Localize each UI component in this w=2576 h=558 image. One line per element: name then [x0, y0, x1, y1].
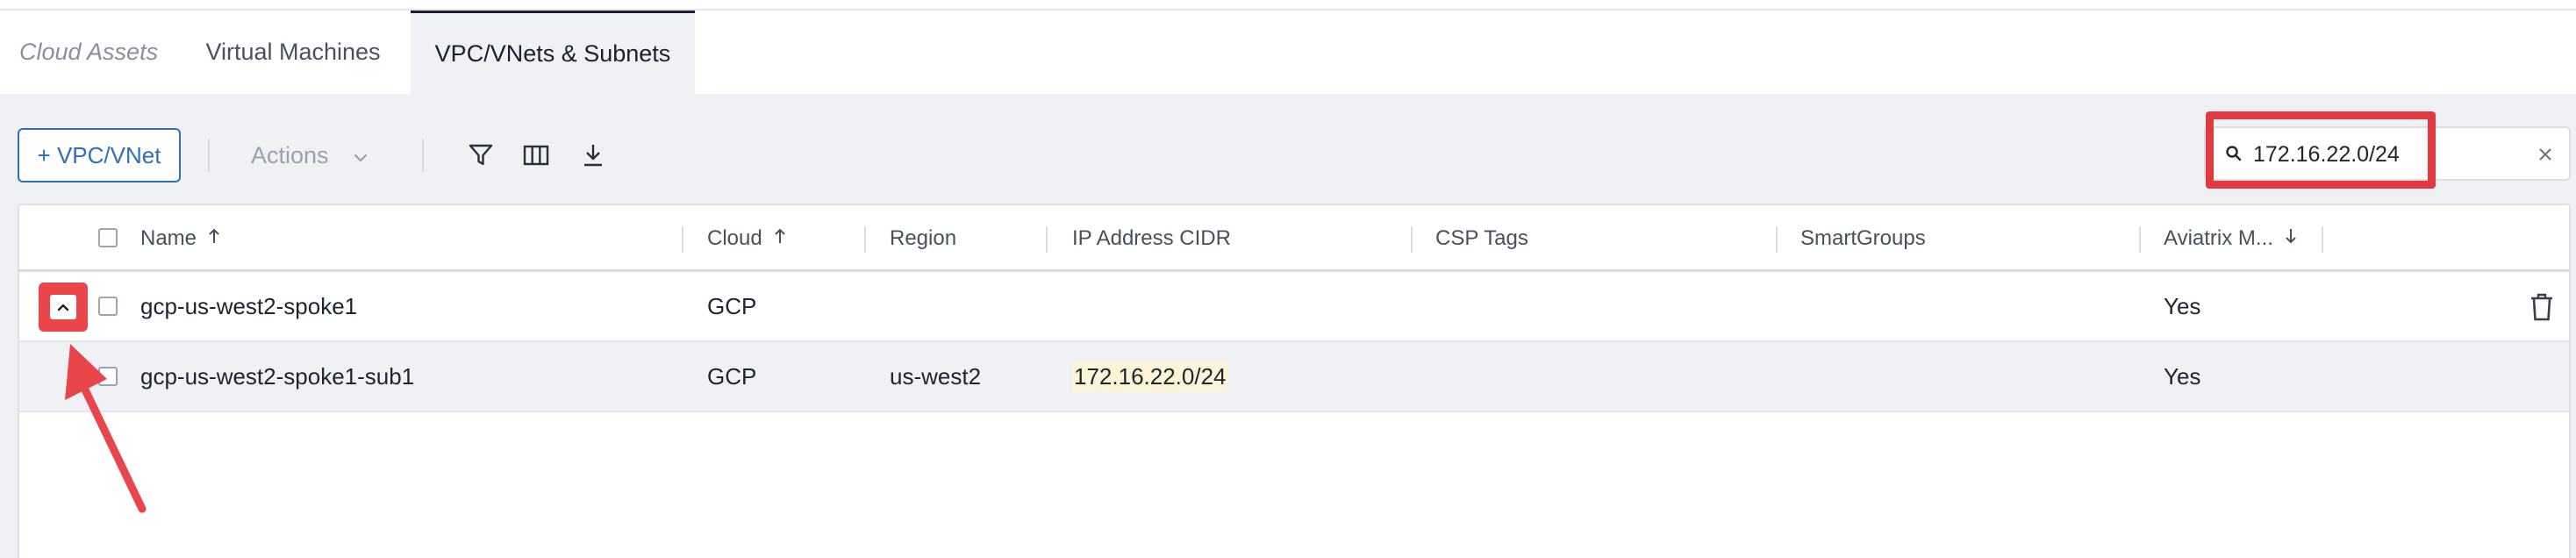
column-label: CSP Tags [1435, 226, 1528, 250]
chevron-down-icon [354, 142, 368, 169]
search-icon [2225, 145, 2243, 167]
column-header-region[interactable]: Region [890, 205, 956, 272]
table-row[interactable]: gcp-us-west2-spoke1-sub1 GCP us-west2 17… [19, 342, 2569, 412]
sort-ascending-icon [207, 226, 221, 251]
column-header-name[interactable]: Name [140, 205, 221, 272]
column-label: IP Address CIDR [1072, 226, 1231, 250]
tab-bar: Cloud Assets Virtual Machines VPC/VNets … [0, 11, 2576, 94]
column-header-smartgroups[interactable]: SmartGroups [1800, 205, 1926, 272]
vpc-table: Name Cloud Region IP Address CIDR CSP Ta… [18, 204, 2571, 558]
table-row[interactable]: gcp-us-west2-spoke1 GCP Yes [19, 272, 2569, 342]
column-label: Region [890, 226, 957, 250]
trash-icon[interactable] [2525, 290, 2558, 325]
cell-aviatrix-managed: Yes [2164, 362, 2201, 390]
download-icon[interactable] [575, 137, 612, 174]
toolbar-divider [208, 139, 210, 172]
table-header: Name Cloud Region IP Address CIDR CSP Ta… [19, 205, 2569, 272]
cell-region: us-west2 [890, 362, 982, 390]
filter-icon[interactable] [462, 137, 499, 174]
actions-label: Actions [251, 141, 329, 168]
sort-descending-icon [2284, 226, 2298, 251]
tab-vpc-vnets-subnets[interactable]: VPC/VNets & Subnets [411, 11, 695, 94]
search-input[interactable] [2253, 137, 2516, 172]
column-divider[interactable] [2322, 226, 2323, 253]
top-border [0, 0, 2576, 11]
row-checkbox[interactable] [98, 367, 118, 386]
column-divider[interactable] [682, 226, 683, 253]
column-header-aviatrix-managed[interactable]: Aviatrix M... [2164, 205, 2298, 272]
cell-cidr: 172.16.22.0/24 [1072, 342, 1228, 411]
column-header-ip-cidr[interactable]: IP Address CIDR [1072, 205, 1231, 272]
tab-cloud-assets[interactable]: Cloud Assets [0, 11, 175, 94]
select-all-checkbox[interactable] [98, 228, 118, 247]
tab-virtual-machines[interactable]: Virtual Machines [175, 11, 411, 94]
column-label: Cloud [707, 226, 762, 250]
add-vpc-vnet-label: + VPC/VNet [37, 141, 161, 168]
column-label: Name [140, 226, 197, 250]
column-label: SmartGroups [1800, 226, 1926, 250]
column-header-csp-tags[interactable]: CSP Tags [1435, 205, 1528, 272]
close-icon[interactable] [2534, 143, 2557, 166]
collapse-row-button[interactable] [39, 283, 88, 332]
column-header-cloud[interactable]: Cloud [707, 205, 787, 272]
cell-cloud: GCP [707, 292, 757, 319]
column-divider[interactable] [2139, 226, 2141, 253]
sort-ascending-icon [773, 226, 787, 251]
cell-name: gcp-us-west2-spoke1 [140, 292, 358, 319]
column-label: Aviatrix M... [2164, 226, 2273, 250]
column-divider[interactable] [1046, 226, 1048, 253]
column-divider[interactable] [864, 226, 866, 253]
cidr-match-highlight: 172.16.22.0/24 [1072, 361, 1228, 392]
row-checkbox[interactable] [98, 297, 118, 316]
search-box [2204, 126, 2571, 181]
column-divider[interactable] [1411, 226, 1413, 253]
chevron-up-icon [50, 295, 76, 319]
cell-name: gcp-us-west2-spoke1-sub1 [140, 362, 415, 390]
actions-dropdown[interactable]: Actions [230, 128, 388, 182]
cell-aviatrix-managed: Yes [2164, 292, 2201, 319]
column-divider[interactable] [1776, 226, 1778, 253]
cell-cloud: GCP [707, 362, 757, 390]
toolbar-divider [422, 139, 424, 172]
columns-icon[interactable] [518, 137, 555, 174]
add-vpc-vnet-button[interactable]: + VPC/VNet [18, 128, 181, 182]
